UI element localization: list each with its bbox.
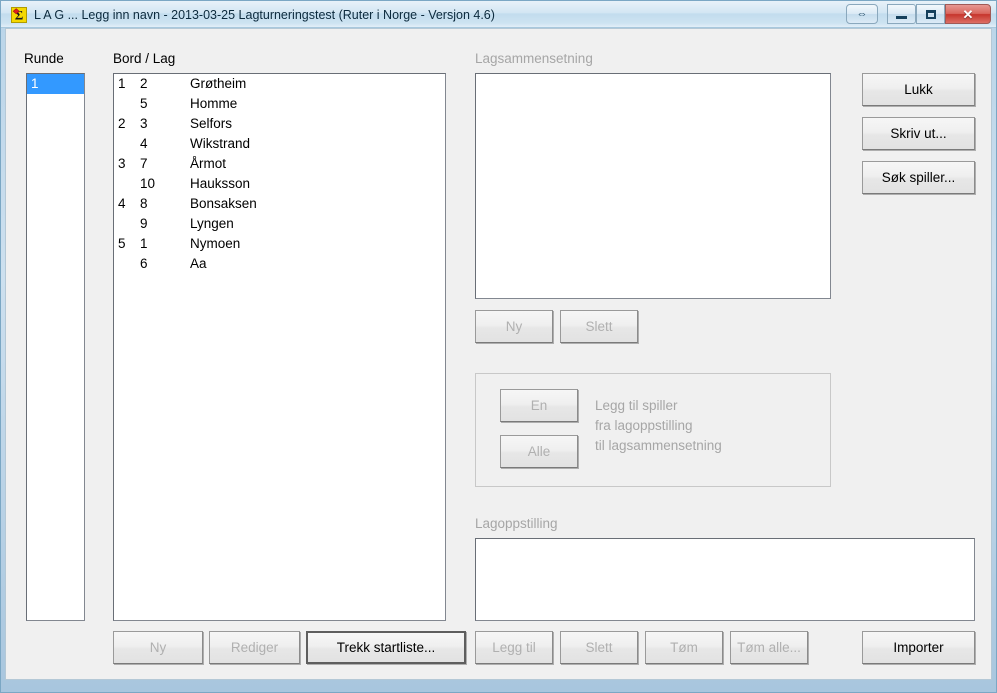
bord-lag-row[interactable]: 4 Wikstrand	[114, 134, 445, 154]
lagoppstilling-tom-button[interactable]: Tøm	[645, 631, 723, 664]
bord-lag-cell-bord	[114, 214, 140, 234]
bord-lag-cell-lag: 1	[140, 236, 148, 251]
bord-lag-row[interactable]: 3 7 Årmot	[114, 154, 445, 174]
bord-lag-row[interactable]: 10 Hauksson	[114, 174, 445, 194]
sigma-app-icon: Σ	[9, 5, 29, 25]
importer-button[interactable]: Importer	[862, 631, 975, 664]
bord-lag-row[interactable]: 2 3 Selfors	[114, 114, 445, 134]
bord-lag-cell-lag: 10	[140, 176, 156, 191]
bord-lag-cell-navn: Aa	[190, 256, 207, 271]
bord-lag-cell-bord: 1	[118, 76, 126, 91]
lagoppstilling-label: Lagoppstilling	[475, 516, 558, 531]
bord-lag-label: Bord / Lag	[113, 51, 176, 66]
minimize-icon	[896, 15, 907, 19]
bord-lag-cell-lag: 5	[140, 96, 148, 111]
bord-lag-row[interactable]: 5 1 Nymoen	[114, 234, 445, 254]
title-bar[interactable]: Σ L A G ... Legg inn navn - 2013-03-25 L…	[1, 1, 996, 28]
bord-lag-row[interactable]: 1 2 Grøtheim	[114, 74, 445, 94]
minimize-button[interactable]	[887, 4, 916, 24]
bord-lag-cell-lag: 6	[140, 256, 148, 271]
lagoppstilling-tom-alle-button[interactable]: Tøm alle...	[730, 631, 808, 664]
bord-lag-cell-lag: 7	[140, 156, 148, 171]
transfer-en-button[interactable]: En	[500, 389, 578, 422]
skriv-ut-button[interactable]: Skriv ut...	[862, 117, 975, 150]
bord-lag-cell-navn: Wikstrand	[190, 136, 251, 151]
double-arrow-icon: ⇔	[856, 7, 868, 20]
transfer-help-line-3: til lagsammensetning	[595, 438, 722, 453]
bord-lag-row[interactable]: 5 Homme	[114, 94, 445, 114]
bord-lag-cell-navn: Årmot	[190, 156, 227, 171]
runde-list-item[interactable]: 1	[27, 74, 84, 94]
transfer-alle-button[interactable]: Alle	[500, 435, 578, 468]
bord-lag-cell-bord: 5	[118, 236, 126, 251]
lagsammensetning-ny-button[interactable]: Ny	[475, 310, 553, 343]
close-icon: ✕	[962, 6, 974, 22]
runde-item-value: 1	[31, 76, 39, 91]
bord-lag-cell-navn: Nymoen	[190, 236, 241, 251]
bord-lag-cell-bord	[114, 254, 140, 274]
bord-lag-cell-lag: 3	[140, 116, 148, 131]
window-title: L A G ... Legg inn navn - 2013-03-25 Lag…	[34, 8, 495, 22]
bord-lag-cell-lag: 8	[140, 196, 148, 211]
bord-lag-cell-navn: Bonsaksen	[190, 196, 257, 211]
client-area: Runde 1 Bord / Lag 1 2 Grøtheim 5 Homme 2 3 Sel…	[5, 28, 992, 680]
bord-lag-cell-bord: 4	[118, 196, 126, 211]
maximize-icon	[925, 9, 936, 19]
trekk-startliste-button[interactable]: Trekk startliste...	[306, 631, 466, 664]
runde-listbox[interactable]: 1	[26, 73, 85, 621]
bord-lag-cell-lag: 2	[140, 76, 148, 91]
bord-lag-rediger-button[interactable]: Rediger	[209, 631, 300, 664]
lagsammensetning-listbox[interactable]	[475, 73, 831, 299]
bord-lag-cell-bord: 3	[118, 156, 126, 171]
lagsammensetning-label: Lagsammensetning	[475, 51, 593, 66]
lagsammensetning-slett-button[interactable]: Slett	[560, 310, 638, 343]
bord-lag-cell-bord	[114, 134, 140, 154]
bord-lag-cell-navn: Lyngen	[190, 216, 234, 231]
bord-lag-cell-bord	[114, 94, 140, 114]
bord-lag-row[interactable]: 4 8 Bonsaksen	[114, 194, 445, 214]
transfer-groupbox: En Alle Legg til spiller fra lagoppstill…	[475, 373, 831, 487]
lagoppstilling-legg-til-button[interactable]: Legg til	[475, 631, 553, 664]
bord-lag-cell-navn: Homme	[190, 96, 238, 111]
close-button[interactable]: ✕	[945, 4, 991, 24]
sok-spiller-button[interactable]: Søk spiller...	[862, 161, 975, 194]
maximize-button[interactable]	[916, 4, 945, 24]
bord-lag-cell-lag: 4	[140, 136, 148, 151]
bord-lag-cell-navn: Grøtheim	[190, 76, 247, 91]
lagoppstilling-slett-button[interactable]: Slett	[560, 631, 638, 664]
bord-lag-cell-navn: Hauksson	[190, 176, 251, 191]
lagoppstilling-listbox[interactable]	[475, 538, 975, 621]
bord-lag-row[interactable]: 9 Lyngen	[114, 214, 445, 234]
bord-lag-cell-navn: Selfors	[190, 116, 233, 131]
application-window: Σ L A G ... Legg inn navn - 2013-03-25 L…	[0, 0, 997, 693]
bord-lag-cell-lag: 9	[140, 216, 148, 231]
restore-external-button[interactable]: ⇔	[846, 4, 878, 24]
bord-lag-row[interactable]: 6 Aa	[114, 254, 445, 274]
bord-lag-cell-bord	[114, 174, 140, 194]
transfer-help-line-2: fra lagoppstilling	[595, 418, 693, 433]
lukk-button[interactable]: Lukk	[862, 73, 975, 106]
bord-lag-cell-bord: 2	[118, 116, 126, 131]
runde-label: Runde	[24, 51, 64, 66]
bord-lag-ny-button[interactable]: Ny	[113, 631, 203, 664]
bord-lag-listbox[interactable]: 1 2 Grøtheim 5 Homme 2 3 Selfors 4 Wikstrand 3 7 Årm…	[113, 73, 446, 621]
transfer-help-line-1: Legg til spiller	[595, 398, 678, 413]
